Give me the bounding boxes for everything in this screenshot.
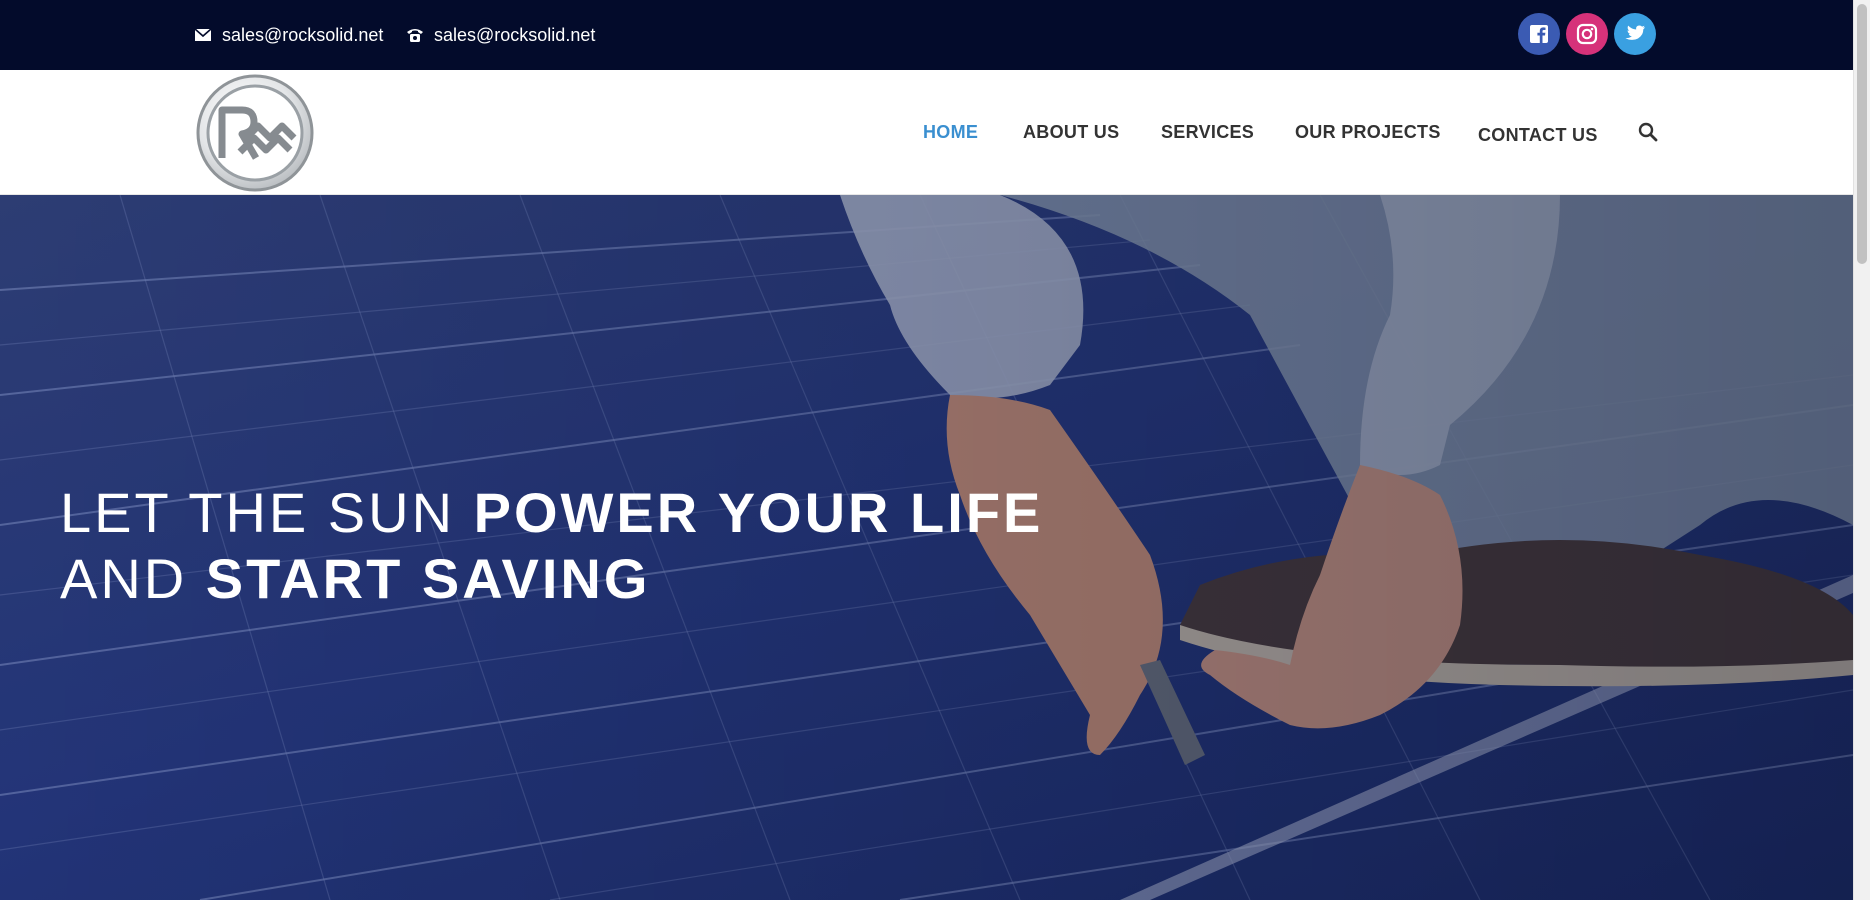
hero-line1-light: LET THE SUN bbox=[60, 481, 456, 544]
page: sales@rocksolid.net sales@rocksolid.net bbox=[0, 0, 1853, 900]
twitter-icon bbox=[1625, 25, 1646, 40]
instagram-icon bbox=[1576, 23, 1598, 45]
nav-contact-us[interactable]: CONTACT US bbox=[1478, 122, 1598, 148]
facebook-icon bbox=[1530, 25, 1548, 43]
hero-line2-light: AND bbox=[60, 547, 188, 610]
nav-our-projects[interactable]: OUR PROJECTS bbox=[1295, 122, 1441, 143]
phone-text: sales@rocksolid.net bbox=[434, 24, 596, 45]
nav-about-us[interactable]: ABOUT US bbox=[1023, 122, 1119, 143]
vertical-scrollbar[interactable] bbox=[1853, 0, 1870, 900]
phone-contact[interactable]: sales@rocksolid.net bbox=[406, 22, 595, 48]
envelope-icon bbox=[194, 26, 212, 44]
hero-headline: LET THE SUN POWER YOUR LIFE AND START SA… bbox=[60, 480, 1043, 612]
hero-line2-bold: START SAVING bbox=[205, 547, 651, 610]
hero-line-2: AND START SAVING bbox=[60, 546, 1043, 612]
instagram-button[interactable] bbox=[1566, 13, 1608, 55]
email-contact[interactable]: sales@rocksolid.net bbox=[194, 22, 383, 48]
hero-line-1: LET THE SUN POWER YOUR LIFE bbox=[60, 480, 1043, 546]
nav-home[interactable]: HOME bbox=[923, 122, 978, 143]
email-text: sales@rocksolid.net bbox=[222, 24, 384, 45]
search-icon[interactable] bbox=[1638, 122, 1658, 142]
hero-line1-bold: POWER YOUR LIFE bbox=[473, 481, 1044, 544]
twitter-button[interactable] bbox=[1614, 13, 1656, 55]
phone-icon bbox=[406, 26, 424, 44]
hero-banner: LET THE SUN POWER YOUR LIFE AND START SA… bbox=[0, 195, 1853, 900]
rss-logo[interactable] bbox=[196, 74, 314, 192]
scrollbar-thumb[interactable] bbox=[1857, 4, 1867, 264]
header-nav-bar: HOME ABOUT US SERVICES OUR PROJECTS CONT… bbox=[0, 70, 1853, 195]
top-bar: sales@rocksolid.net sales@rocksolid.net bbox=[0, 0, 1853, 70]
facebook-button[interactable] bbox=[1518, 13, 1560, 55]
nav-services[interactable]: SERVICES bbox=[1161, 122, 1254, 143]
